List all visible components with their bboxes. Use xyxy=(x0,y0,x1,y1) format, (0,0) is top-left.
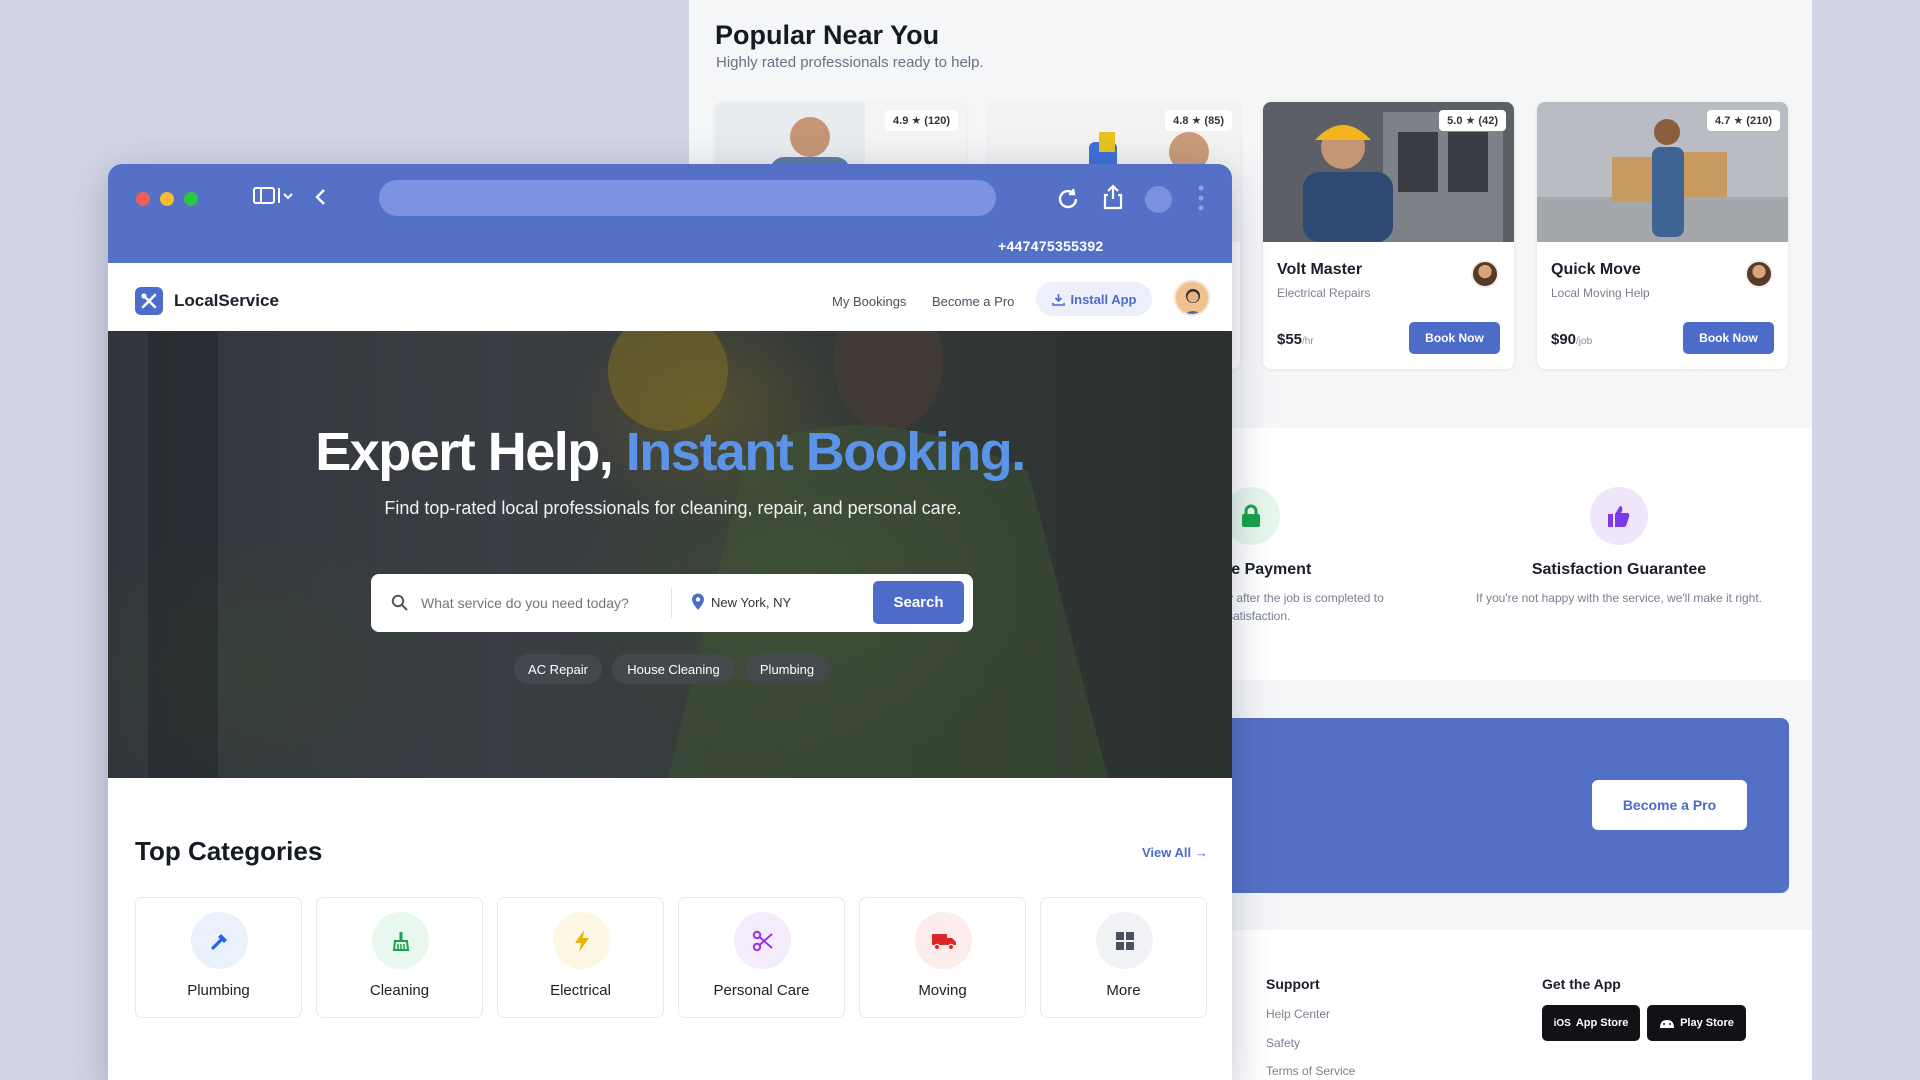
trust-text: If you're not happy with the service, we… xyxy=(1475,591,1763,605)
install-app-label: Install App xyxy=(1070,291,1137,307)
pro-role: Local Moving Help xyxy=(1551,286,1650,300)
chip-house-cleaning[interactable]: House Cleaning xyxy=(612,654,735,684)
back-icon[interactable] xyxy=(313,188,327,206)
search-bar: New York, NY Search xyxy=(371,574,973,632)
location-pin-icon xyxy=(692,593,704,610)
category-label: Plumbing xyxy=(187,982,250,999)
search-icon xyxy=(391,594,408,611)
book-now-button[interactable]: Book Now xyxy=(1409,322,1500,354)
play-store-button[interactable]: Play Store xyxy=(1647,1005,1746,1041)
price-unit: /hr xyxy=(1302,336,1314,347)
pro-card[interactable]: 4.7 ★ (210) Quick Move Local Moving Help… xyxy=(1537,102,1788,369)
book-now-button[interactable]: Book Now xyxy=(1683,322,1774,354)
close-dot[interactable] xyxy=(136,192,150,206)
rating-badge: 4.9 ★ (120) xyxy=(885,110,958,131)
location-field[interactable]: New York, NY xyxy=(711,595,791,610)
tools-icon[interactable] xyxy=(135,287,163,315)
my-bookings-link[interactable]: My Bookings xyxy=(832,294,906,309)
view-all-link[interactable]: View All → xyxy=(1142,845,1208,860)
support-heading: Support xyxy=(1266,976,1320,992)
pro-price: $55/hr xyxy=(1277,331,1314,348)
category-plumbing[interactable]: Plumbing xyxy=(135,897,302,1018)
minimize-dot[interactable] xyxy=(160,192,174,206)
hero-title: Expert Help, Instant Booking. xyxy=(108,421,1232,483)
address-bar[interactable] xyxy=(379,180,996,216)
price-unit: /job xyxy=(1576,336,1593,347)
pro-card[interactable]: 5.0 ★ (42) Volt Master Electrical Repair… xyxy=(1263,102,1514,369)
hero-overlay xyxy=(108,331,1232,778)
pro-price: $90/job xyxy=(1551,331,1592,348)
app-store-button[interactable]: iOS App Store xyxy=(1542,1005,1640,1041)
hero-subtitle: Find top-rated local professionals for c… xyxy=(384,498,962,518)
get-app-heading: Get the App xyxy=(1542,976,1621,992)
category-label: More xyxy=(1106,982,1141,999)
play-store-label: Play Store xyxy=(1680,1017,1734,1029)
footer-link[interactable]: Safety xyxy=(1266,1036,1300,1050)
category-cleaning[interactable]: Cleaning xyxy=(316,897,483,1018)
site-logo[interactable]: LocalService xyxy=(174,291,279,311)
user-avatar[interactable] xyxy=(1174,280,1210,316)
grid-icon xyxy=(1096,912,1153,969)
hero-title-accent: Instant Booking. xyxy=(625,422,1026,482)
apple-icon: iOS xyxy=(1553,1017,1571,1029)
pro-role: Electrical Repairs xyxy=(1277,286,1371,300)
popular-title: Popular Near You xyxy=(715,20,940,50)
bolt-icon xyxy=(553,912,610,969)
wrench-icon xyxy=(191,912,248,969)
category-label: Electrical xyxy=(550,982,611,999)
search-button[interactable]: Search xyxy=(873,581,964,624)
download-icon xyxy=(1051,293,1065,306)
site-navbar: LocalService My Bookings Become a Pro In… xyxy=(108,263,1232,331)
share-icon[interactable] xyxy=(1103,184,1123,210)
phone-number[interactable]: +447475355392 xyxy=(998,238,1104,254)
category-label: Personal Care xyxy=(713,982,810,999)
rating-badge: 4.7 ★ (210) xyxy=(1707,110,1780,131)
reload-icon[interactable] xyxy=(1056,187,1080,211)
category-electrical[interactable]: Electrical xyxy=(497,897,664,1018)
avatar xyxy=(1471,260,1499,288)
trust-title: Satisfaction Guarantee xyxy=(1531,561,1707,578)
hero-section: Expert Help, Instant Booking. Find top-r… xyxy=(108,331,1232,778)
category-moving[interactable]: Moving xyxy=(859,897,1026,1018)
browser-window: +447475355392 LocalService My Bookings B… xyxy=(108,164,1232,1080)
truck-icon xyxy=(915,912,972,969)
rating-badge: 5.0 ★ (42) xyxy=(1439,110,1506,131)
app-store-label: App Store xyxy=(1575,1017,1629,1029)
popular-subtitle: Highly rated professionals ready to help… xyxy=(716,54,984,71)
divider xyxy=(671,588,672,618)
rating-badge: 4.8 ★ (85) xyxy=(1165,110,1232,131)
sidebar-toggle-icon[interactable] xyxy=(253,186,299,206)
pro-name: Quick Move xyxy=(1551,261,1641,278)
android-icon xyxy=(1660,1020,1675,1028)
maximize-dot[interactable] xyxy=(184,192,198,206)
install-app-button[interactable]: Install App xyxy=(1036,282,1152,316)
profile-icon[interactable] xyxy=(1145,186,1172,213)
category-more[interactable]: More xyxy=(1040,897,1207,1018)
scissors-icon xyxy=(734,912,791,969)
price-value: $55 xyxy=(1277,331,1303,348)
price-value: $90 xyxy=(1551,331,1577,348)
categories-title: Top Categories xyxy=(135,836,323,866)
footer-link[interactable]: Terms of Service xyxy=(1266,1064,1355,1078)
become-pro-link[interactable]: Become a Pro xyxy=(932,294,1014,309)
pro-name: Volt Master xyxy=(1277,261,1363,278)
hero-title-main: Expert Help, xyxy=(315,422,626,482)
footer-link[interactable]: Help Center xyxy=(1266,1007,1330,1021)
browser-toolbar xyxy=(108,164,1232,230)
avatar xyxy=(1745,260,1773,288)
become-pro-button[interactable]: Become a Pro xyxy=(1592,780,1747,830)
broom-icon xyxy=(372,912,429,969)
chip-plumbing[interactable]: Plumbing xyxy=(745,654,829,684)
category-personal-care[interactable]: Personal Care xyxy=(678,897,845,1018)
thumbs-up-icon xyxy=(1590,487,1648,545)
trust-title: re Payment xyxy=(1225,561,1312,578)
trust-text: y after the job is completed to satisfac… xyxy=(1227,591,1384,623)
category-label: Cleaning xyxy=(369,982,430,999)
category-label: Moving xyxy=(918,982,967,999)
search-input[interactable] xyxy=(421,592,651,614)
chip-ac-repair[interactable]: AC Repair xyxy=(514,654,602,684)
more-icon[interactable] xyxy=(1198,184,1204,212)
